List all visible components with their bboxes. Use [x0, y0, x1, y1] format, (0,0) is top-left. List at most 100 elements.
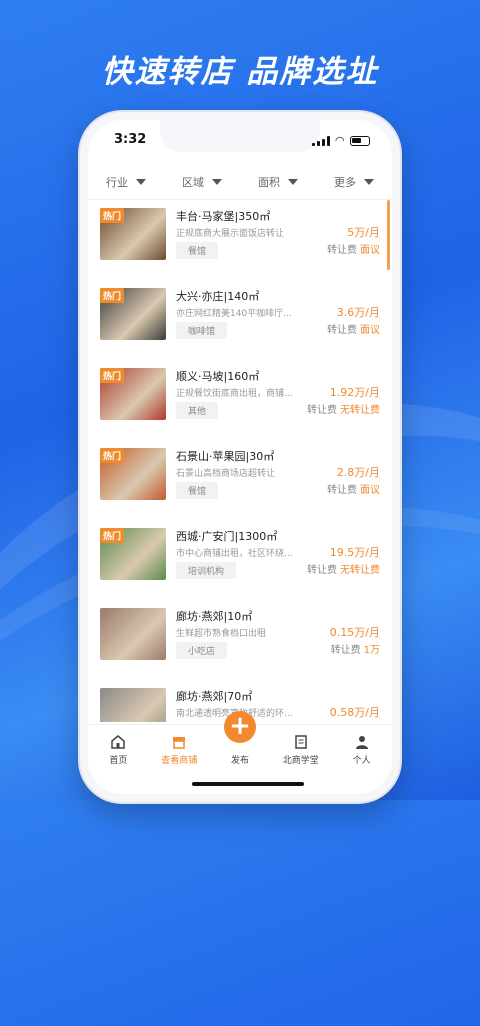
caret-down-icon	[136, 178, 146, 185]
tab-label: 北商学堂	[282, 756, 319, 766]
transfer-fee-label: 转让费	[327, 485, 357, 496]
filter-more[interactable]: 更多	[316, 164, 392, 199]
transfer-fee-value: 1万	[363, 645, 380, 656]
listing-description: 市中心商铺出租，社区环绕...	[176, 549, 293, 559]
transfer-fee: 转让费 无转让费	[307, 561, 380, 576]
promo-headline: 快速转店 品牌选址	[101, 54, 379, 90]
transfer-fee-label: 转让费	[327, 245, 357, 256]
status-bar: 3:32 ◠	[88, 130, 392, 156]
listing-title: 廊坊·燕郊|70㎡	[176, 690, 253, 703]
person-icon	[355, 736, 368, 749]
listing-description: 正规底商大展示面饭店转让	[176, 229, 285, 239]
battery-icon	[350, 135, 370, 146]
wifi-icon: ◠	[335, 134, 344, 147]
listing-thumbnail: 热门	[100, 528, 166, 580]
listing-item[interactable]: 热门 大兴·亦庄|140㎡ 亦庄网红精美140平咖啡厅... 咖啡馆 3.6万/…	[88, 282, 392, 362]
tab-home[interactable]: 首页	[88, 725, 149, 772]
listing-title: 西城·广安门|1300㎡	[176, 530, 278, 543]
transfer-fee-value: 面议	[360, 485, 380, 496]
listing-title: 廊坊·燕郊|10㎡	[176, 610, 253, 623]
signal-icon	[311, 135, 330, 146]
listing-list[interactable]: 热门 丰台·马家堡|350㎡ 正规底商大展示面饭店转让 餐馆 5万/月 转让费面…	[88, 202, 392, 722]
transfer-fee: 转让费	[347, 721, 380, 722]
bottom-tab-bar: 首页 查看商铺 + 发布 北商学堂 个人	[88, 711, 392, 772]
transfer-fee-label: 转让费	[307, 405, 337, 416]
listing-thumbnail: 热门	[100, 368, 166, 420]
listing-description: 正规餐饮街底商出租，商铺...	[176, 389, 293, 399]
transfer-fee: 转让费 面议	[327, 321, 380, 336]
tab-shops[interactable]: 查看商铺	[149, 725, 210, 772]
filter-label: 更多	[334, 175, 356, 189]
shop-photo	[100, 688, 166, 722]
home-icon	[111, 735, 126, 749]
filter-area[interactable]: 区域	[164, 164, 240, 199]
listing-item[interactable]: 热门 顺义·马坡|160㎡ 正规餐饮街底商出租，商铺... 其他 1.92万/月…	[88, 362, 392, 442]
filter-industry[interactable]: 行业	[88, 164, 164, 199]
home-indicator	[192, 782, 304, 786]
listing-thumbnail	[100, 608, 166, 660]
transfer-fee: 转让费 1万	[331, 641, 380, 656]
listing-thumbnail: 热门	[100, 208, 166, 260]
transfer-fee-value: 无转让费	[340, 565, 380, 576]
hot-badge: 热门	[100, 368, 125, 383]
tab-profile[interactable]: 个人	[331, 725, 392, 772]
filter-label: 行业	[106, 175, 128, 189]
listing-thumbnail	[100, 688, 166, 722]
transfer-fee-value: 无转让费	[340, 405, 380, 416]
shop-photo	[100, 608, 166, 660]
listing-description: 生鲜超市熟食档口出租	[176, 629, 267, 639]
rent-price: 19.5万/月	[329, 546, 380, 559]
listing-item[interactable]: 热门 西城·广安门|1300㎡ 市中心商铺出租，社区环绕... 培训机构 19.…	[88, 522, 392, 602]
listing-title: 顺义·马坡|160㎡	[176, 370, 260, 383]
tab-publish[interactable]: + 发布	[210, 711, 271, 772]
listing-title: 丰台·马家堡|350㎡	[176, 210, 271, 223]
listing-thumbnail: 热门	[100, 288, 166, 340]
caret-down-icon	[212, 178, 222, 185]
filter-bar: 行业 区域 面积 更多	[88, 164, 392, 200]
rent-price: 2.8万/月	[336, 466, 380, 479]
hot-badge: 热门	[100, 208, 125, 223]
filter-size[interactable]: 面积	[240, 164, 316, 199]
plus-icon[interactable]: +	[223, 711, 256, 743]
transfer-fee-label: 转让费	[307, 565, 337, 576]
transfer-fee-value: 面议	[360, 245, 380, 256]
listing-item[interactable]: 热门 石景山·苹果园|30㎡ 石景山高档商场店超转让 餐馆 2.8万/月 转让费…	[88, 442, 392, 522]
transfer-fee-value: 面议	[360, 325, 380, 336]
category-tag: 餐馆	[176, 242, 219, 259]
tab-label: 查看商铺	[161, 756, 198, 766]
hot-badge: 热门	[100, 288, 125, 303]
caret-down-icon	[364, 178, 374, 185]
listing-thumbnail: 热门	[100, 448, 166, 500]
transfer-fee: 转让费 面议	[327, 241, 380, 256]
tab-label: 发布	[230, 756, 249, 766]
category-tag: 其他	[176, 402, 219, 419]
listing-item[interactable]: 热门 丰台·马家堡|350㎡ 正规底商大展示面饭店转让 餐馆 5万/月 转让费面…	[88, 202, 392, 282]
phone-frame: 3:32 ◠ 行业 区域 面积 更多 热门 丰台·马家堡|350㎡ 正规底商大展…	[80, 112, 400, 802]
scrollbar[interactable]	[387, 200, 390, 270]
rent-price: 1.92万/月	[329, 386, 380, 399]
tab-academy[interactable]: 北商学堂	[270, 725, 331, 772]
listing-description: 亦庄网红精美140平咖啡厅...	[176, 309, 292, 319]
status-time: 3:32	[114, 132, 147, 147]
listing-item[interactable]: 廊坊·燕郊|10㎡ 生鲜超市熟食档口出租 小吃店 0.15万/月 转让费 1万	[88, 602, 392, 682]
rent-price: 0.58万/月	[329, 706, 380, 719]
category-tag: 咖啡馆	[176, 322, 228, 339]
transfer-fee: 转让费 面议	[327, 481, 380, 496]
category-tag: 餐馆	[176, 482, 219, 499]
transfer-fee-label: 转让费	[327, 325, 357, 336]
tab-label: 首页	[109, 756, 128, 766]
category-tag: 小吃店	[176, 642, 228, 659]
transfer-fee-label: 转让费	[330, 645, 361, 656]
filter-label: 面积	[258, 175, 280, 189]
rent-price: 5万/月	[347, 226, 380, 239]
listing-description: 石景山高档商场店超转让	[176, 469, 276, 479]
listing-title: 大兴·亦庄|140㎡	[176, 290, 260, 303]
filter-label: 区域	[182, 175, 204, 189]
listing-title: 石景山·苹果园|30㎡	[176, 450, 275, 463]
shop-icon	[173, 737, 186, 749]
hot-badge: 热门	[100, 448, 125, 463]
transfer-fee: 转让费 无转让费	[307, 401, 380, 416]
rent-price: 0.15万/月	[329, 626, 380, 639]
caret-down-icon	[288, 178, 298, 185]
rent-price: 3.6万/月	[336, 306, 380, 319]
